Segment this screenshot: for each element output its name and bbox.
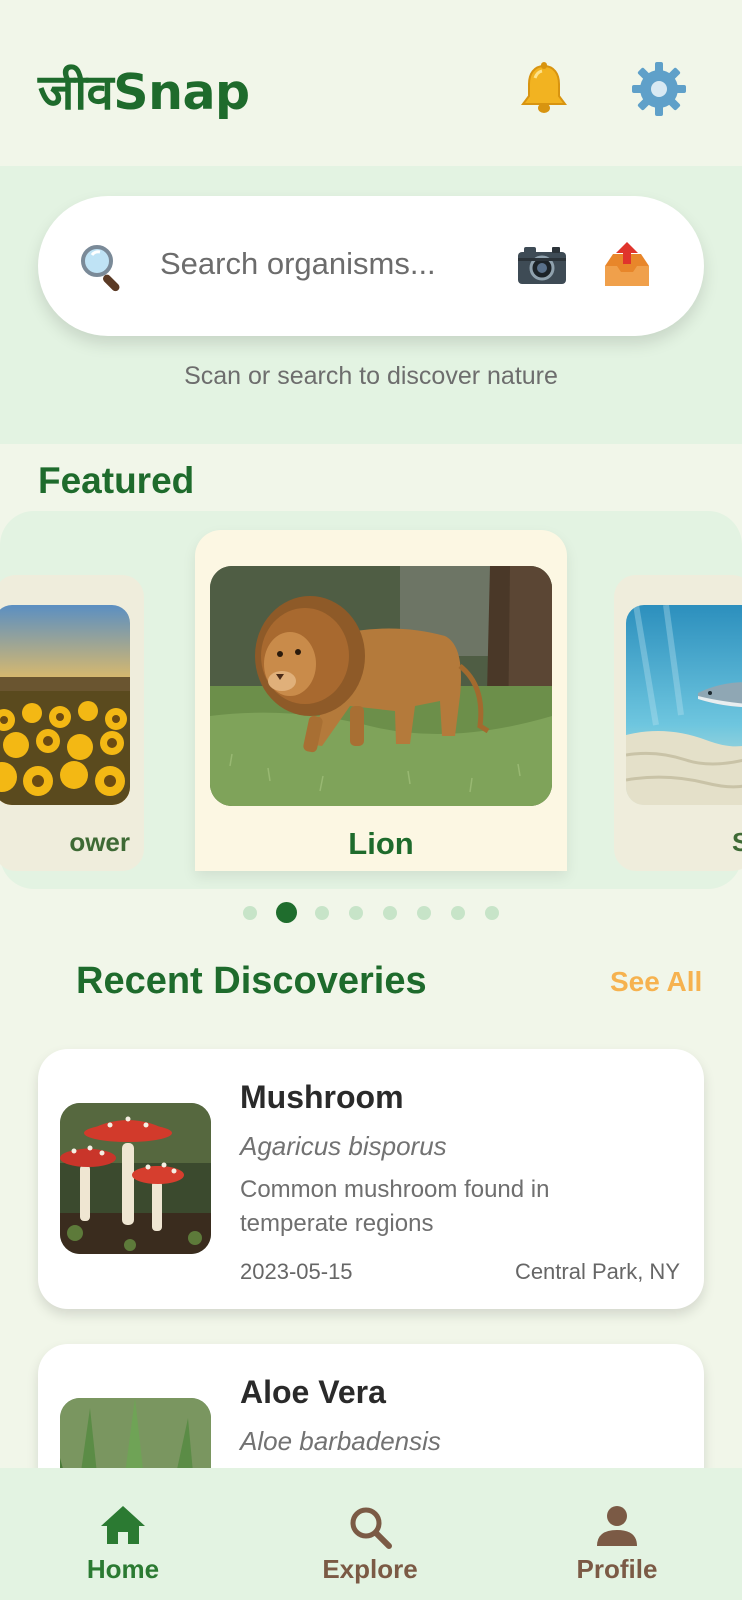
carousel-dot[interactable] [349, 906, 363, 920]
search-input[interactable]: Search organisms... [160, 246, 436, 282]
camera-icon[interactable] [516, 244, 568, 293]
carousel-dot[interactable] [315, 906, 329, 920]
carousel-dot[interactable] [243, 906, 257, 920]
carousel-pagination [0, 902, 742, 923]
discovery-location: Central Park, NY [514, 1259, 680, 1284]
featured-card-label: S [732, 827, 742, 857]
search-hint: Scan or search to discover nature [184, 362, 558, 390]
nav-label: Home [86, 1554, 160, 1584]
featured-card-label: Lion [348, 826, 414, 861]
discovery-card-mushroom[interactable]: Mushroom Agaricus bisporus Common mushro… [38, 1049, 704, 1309]
nav-label: Profile [576, 1554, 658, 1584]
carousel-dot[interactable] [383, 906, 397, 920]
search-section: Search organisms... Scan or search to di… [0, 166, 742, 444]
shark-image [626, 605, 742, 805]
discovery-scientific-name: Aloe barbadensis [240, 1426, 441, 1456]
discovery-date: 2023-05-15 [240, 1259, 353, 1284]
user-icon [527, 1504, 707, 1548]
featured-card-shark[interactable]: S [614, 575, 742, 871]
upload-tray-icon[interactable] [601, 240, 653, 295]
lion-image [210, 566, 552, 806]
bottom-navigation: Home Explore Profile [0, 1468, 742, 1600]
app-header: जीवSnap [0, 0, 742, 166]
bell-icon[interactable] [513, 58, 575, 120]
discovery-scientific-name: Agaricus bisporus [240, 1131, 447, 1161]
nav-profile[interactable]: Profile [527, 1468, 707, 1600]
search-bar[interactable]: Search organisms... [38, 196, 704, 336]
search-icon [78, 242, 128, 297]
mushroom-image [60, 1103, 211, 1254]
nav-home[interactable]: Home [33, 1468, 213, 1600]
carousel-dot-active[interactable] [276, 902, 297, 923]
gear-icon[interactable] [628, 58, 690, 120]
carousel-dot[interactable] [485, 906, 499, 920]
featured-title: Featured [38, 460, 195, 501]
nav-label: Explore [322, 1554, 418, 1584]
discovery-name: Aloe Vera [240, 1374, 386, 1410]
search-icon [280, 1504, 460, 1550]
featured-card-lion[interactable]: Lion [195, 530, 567, 871]
app-title: जीवSnap [38, 64, 250, 121]
discovery-description: Common mushroom found in temperate regio… [240, 1176, 550, 1237]
recent-discoveries-title: Recent Discoveries [76, 960, 427, 1002]
sunflower-image [0, 605, 130, 805]
carousel-dot[interactable] [417, 906, 431, 920]
featured-card-label: ower [69, 827, 130, 857]
nav-explore[interactable]: Explore [280, 1468, 460, 1600]
home-icon [33, 1504, 213, 1546]
discovery-name: Mushroom [240, 1079, 404, 1115]
featured-card-sunflower[interactable]: ower [0, 575, 144, 871]
see-all-link[interactable]: See All [610, 966, 702, 998]
carousel-dot[interactable] [451, 906, 465, 920]
